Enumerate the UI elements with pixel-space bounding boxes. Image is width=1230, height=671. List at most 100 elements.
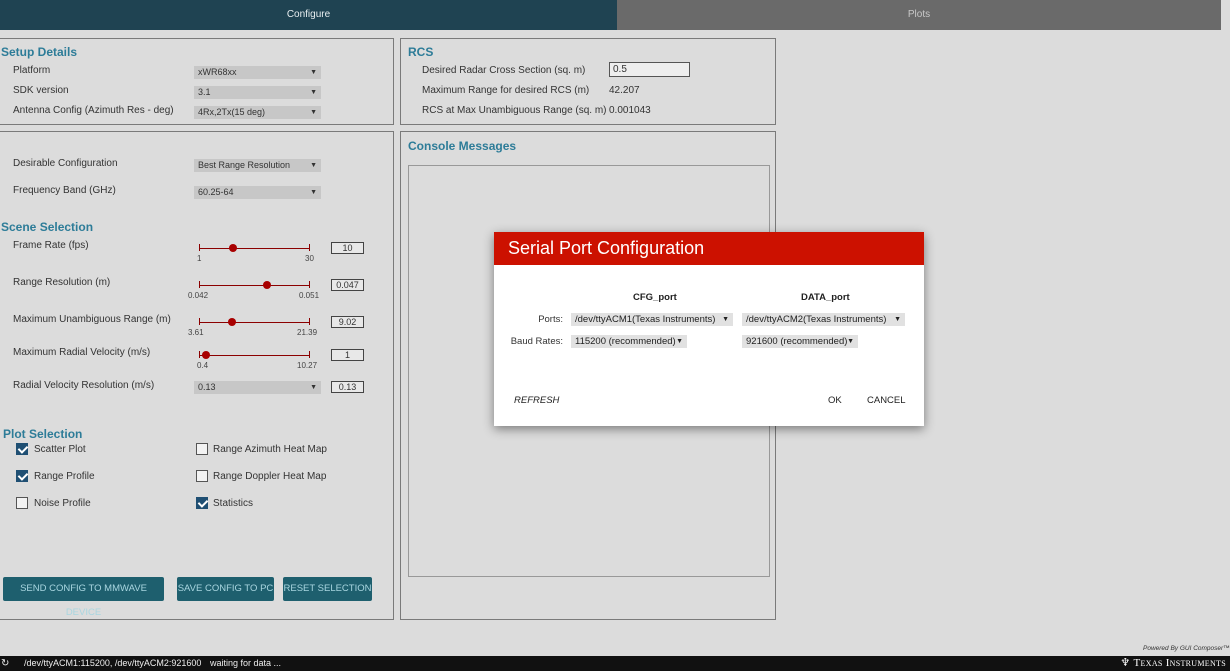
velocity-resolution-value[interactable]: 0.13 xyxy=(331,381,364,393)
range-azimuth-heatmap-label: Range Azimuth Heat Map xyxy=(213,444,327,455)
rcs-title: RCS xyxy=(408,45,434,59)
frequency-band-select[interactable]: 60.25-64 ▼ xyxy=(194,186,321,199)
rcs-max-range-value: 0.001043 xyxy=(609,105,651,116)
ports-label: Ports: xyxy=(538,314,563,325)
chevron-down-icon: ▼ xyxy=(722,316,729,323)
platform-select[interactable]: xWR68xx ▼ xyxy=(194,66,321,79)
range-doppler-heatmap-checkbox[interactable] xyxy=(196,470,208,482)
max-unambiguous-range-max-tick xyxy=(309,318,310,325)
max-radial-velocity-value[interactable]: 1 xyxy=(331,349,364,361)
max-unambiguous-range-track[interactable] xyxy=(199,322,309,323)
frame-rate-min-label: 1 xyxy=(197,254,202,263)
sdk-version-value: 3.1 xyxy=(198,87,211,97)
refresh-button[interactable]: REFRESH xyxy=(514,395,559,406)
chevron-down-icon: ▼ xyxy=(310,109,317,116)
desired-rcs-input[interactable]: 0.5 xyxy=(609,62,690,77)
frequency-band-label: Frequency Band (GHz) xyxy=(13,185,116,196)
setup-details-title: Setup Details xyxy=(1,45,78,59)
max-radial-velocity-track[interactable] xyxy=(199,355,309,356)
data-port-value: /dev/ttyACM2(Texas Instruments) xyxy=(746,314,887,325)
range-profile-label: Range Profile xyxy=(34,471,95,482)
range-resolution-track[interactable] xyxy=(199,285,309,286)
status-bar: ↻ /dev/ttyACM1:115200, /dev/ttyACM2:9216… xyxy=(0,656,1230,671)
range-resolution-value[interactable]: 0.047 xyxy=(331,279,364,291)
desirable-config-value: Best Range Resolution xyxy=(198,160,291,170)
scatter-plot-checkbox[interactable] xyxy=(16,443,28,455)
frame-rate-value[interactable]: 10 xyxy=(331,242,364,254)
max-range-rcs-label: Maximum Range for desired RCS (m) xyxy=(422,85,590,96)
max-unambiguous-range-slider-thumb[interactable] xyxy=(228,318,236,326)
sdk-version-select[interactable]: 3.1 ▼ xyxy=(194,86,321,99)
noise-profile-label: Noise Profile xyxy=(34,498,91,509)
tab-plots[interactable]: Plots xyxy=(617,0,1221,30)
frame-rate-slider-thumb[interactable] xyxy=(229,244,238,252)
desirable-config-label: Desirable Configuration xyxy=(13,158,118,169)
rcs-max-range-label: RCS at Max Unambiguous Range (sq. m) xyxy=(422,105,607,116)
console-title: Console Messages xyxy=(408,139,517,153)
max-range-rcs-value: 42.207 xyxy=(609,85,640,96)
ti-logo: ♆ Texas Instruments xyxy=(1120,656,1226,671)
sdk-version-label: SDK version xyxy=(13,85,69,96)
desirable-config-select[interactable]: Best Range Resolution ▼ xyxy=(194,159,321,172)
data-baud-select[interactable]: 921600 (recommended) ▼ xyxy=(742,335,858,348)
range-resolution-slider-thumb[interactable] xyxy=(263,281,272,289)
max-radial-velocity-label: Maximum Radial Velocity (m/s) xyxy=(13,347,151,358)
port-status: /dev/ttyACM1:115200, /dev/ttyACM2:921600 xyxy=(24,658,202,668)
statistics-label: Statistics xyxy=(213,498,254,509)
velocity-resolution-select-value: 0.13 xyxy=(198,382,216,392)
max-radial-velocity-slider-thumb[interactable] xyxy=(201,351,210,359)
range-resolution-min-label: 0.042 xyxy=(188,291,209,300)
chevron-down-icon: ▼ xyxy=(310,69,317,76)
chevron-down-icon: ▼ xyxy=(676,338,683,345)
serial-port-dialog: Serial Port Configuration CFG_port DATA_… xyxy=(494,232,924,426)
range-profile-checkbox[interactable] xyxy=(16,470,28,482)
chevron-down-icon: ▼ xyxy=(310,89,317,96)
cancel-button[interactable]: CANCEL xyxy=(867,395,906,406)
frame-rate-track[interactable] xyxy=(199,248,309,249)
chevron-down-icon: ▼ xyxy=(310,189,317,196)
platform-value: xWR68xx xyxy=(198,67,237,77)
data-port-header: DATA_port xyxy=(801,292,850,303)
range-doppler-heatmap-label: Range Doppler Heat Map xyxy=(213,471,327,482)
range-resolution-max-tick xyxy=(309,281,310,288)
data-port-select[interactable]: /dev/ttyACM2(Texas Instruments) ▼ xyxy=(742,313,905,326)
statistics-checkbox[interactable] xyxy=(196,497,208,509)
frame-rate-max-label: 30 xyxy=(305,254,314,263)
max-unambiguous-range-max-label: 21.39 xyxy=(297,328,318,337)
cfg-port-select[interactable]: /dev/ttyACM1(Texas Instruments) ▼ xyxy=(571,313,733,326)
setup-details-panel: Setup Details Platform xWR68xx ▼ SDK vers… xyxy=(0,38,394,125)
refresh-icon[interactable]: ↻ xyxy=(1,656,9,671)
chevron-down-icon: ▼ xyxy=(894,316,901,323)
chevron-down-icon: ▼ xyxy=(310,384,317,391)
ok-button[interactable]: OK xyxy=(828,395,842,406)
antenna-config-value: 4Rx,2Tx(15 deg) xyxy=(198,107,266,117)
antenna-config-label: Antenna Config (Azimuth Res - deg) xyxy=(13,105,174,116)
velocity-resolution-select[interactable]: 0.13 ▼ xyxy=(194,381,321,394)
send-config-button[interactable]: SEND CONFIG TO MMWAVE DEVICE xyxy=(3,577,164,618)
configuration-panel: Desirable Configuration Best Range Resol… xyxy=(0,131,394,620)
reset-selection-button[interactable]: RESET SELECTION xyxy=(283,577,372,601)
rcs-panel: RCS Desired Radar Cross Section (sq. m) … xyxy=(400,38,776,125)
platform-label: Platform xyxy=(13,65,51,76)
frame-rate-label: Frame Rate (fps) xyxy=(13,240,89,251)
max-unambiguous-range-label: Maximum Unambiguous Range (m) xyxy=(13,314,171,325)
cfg-baud-select[interactable]: 115200 (recommended) ▼ xyxy=(571,335,687,348)
range-resolution-label: Range Resolution (m) xyxy=(13,277,111,288)
powered-by-label: Powered By GUI Composer™ xyxy=(1143,645,1230,652)
tab-bar: Configure Plots xyxy=(0,0,1221,30)
tab-configure[interactable]: Configure xyxy=(0,0,617,30)
antenna-config-select[interactable]: 4Rx,2Tx(15 deg) ▼ xyxy=(194,106,321,119)
max-unambiguous-range-value[interactable]: 9.02 xyxy=(331,316,364,328)
max-unambiguous-range-min-label: 3.61 xyxy=(188,328,204,337)
save-config-button[interactable]: SAVE CONFIG TO PC xyxy=(177,577,274,601)
noise-profile-checkbox[interactable] xyxy=(16,497,28,509)
ti-logo-icon: ♆ xyxy=(1120,657,1134,669)
max-radial-velocity-min-label: 0.4 xyxy=(197,361,209,370)
range-azimuth-heatmap-checkbox[interactable] xyxy=(196,443,208,455)
chevron-down-icon: ▼ xyxy=(847,338,854,345)
scene-selection-title: Scene Selection xyxy=(1,220,94,234)
max-radial-velocity-max-label: 10.27 xyxy=(297,361,318,370)
status-message: waiting for data ... xyxy=(210,658,282,668)
ti-brand-name: Texas Instruments xyxy=(1133,657,1226,669)
range-resolution-max-label: 0.051 xyxy=(299,291,320,300)
